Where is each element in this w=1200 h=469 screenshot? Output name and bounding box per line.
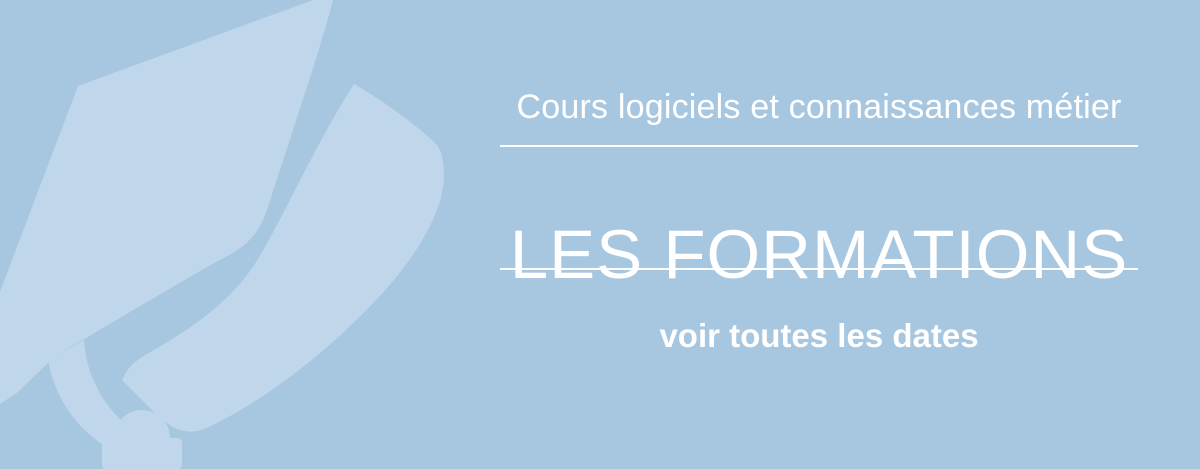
- banner-title: LES FORMATIONS: [509, 216, 1129, 294]
- banner-content: Cours logiciels et connaissances métier …: [500, 0, 1138, 469]
- top-divider: [500, 145, 1138, 147]
- banner-subtitle: Cours logiciels et connaissances métier: [516, 88, 1122, 126]
- bottom-divider: [500, 268, 1138, 270]
- view-all-dates-link[interactable]: voir toutes les dates: [610, 312, 1028, 360]
- training-banner: Cours logiciels et connaissances métier …: [0, 0, 1200, 469]
- graduation-cap-icon: [0, 0, 444, 469]
